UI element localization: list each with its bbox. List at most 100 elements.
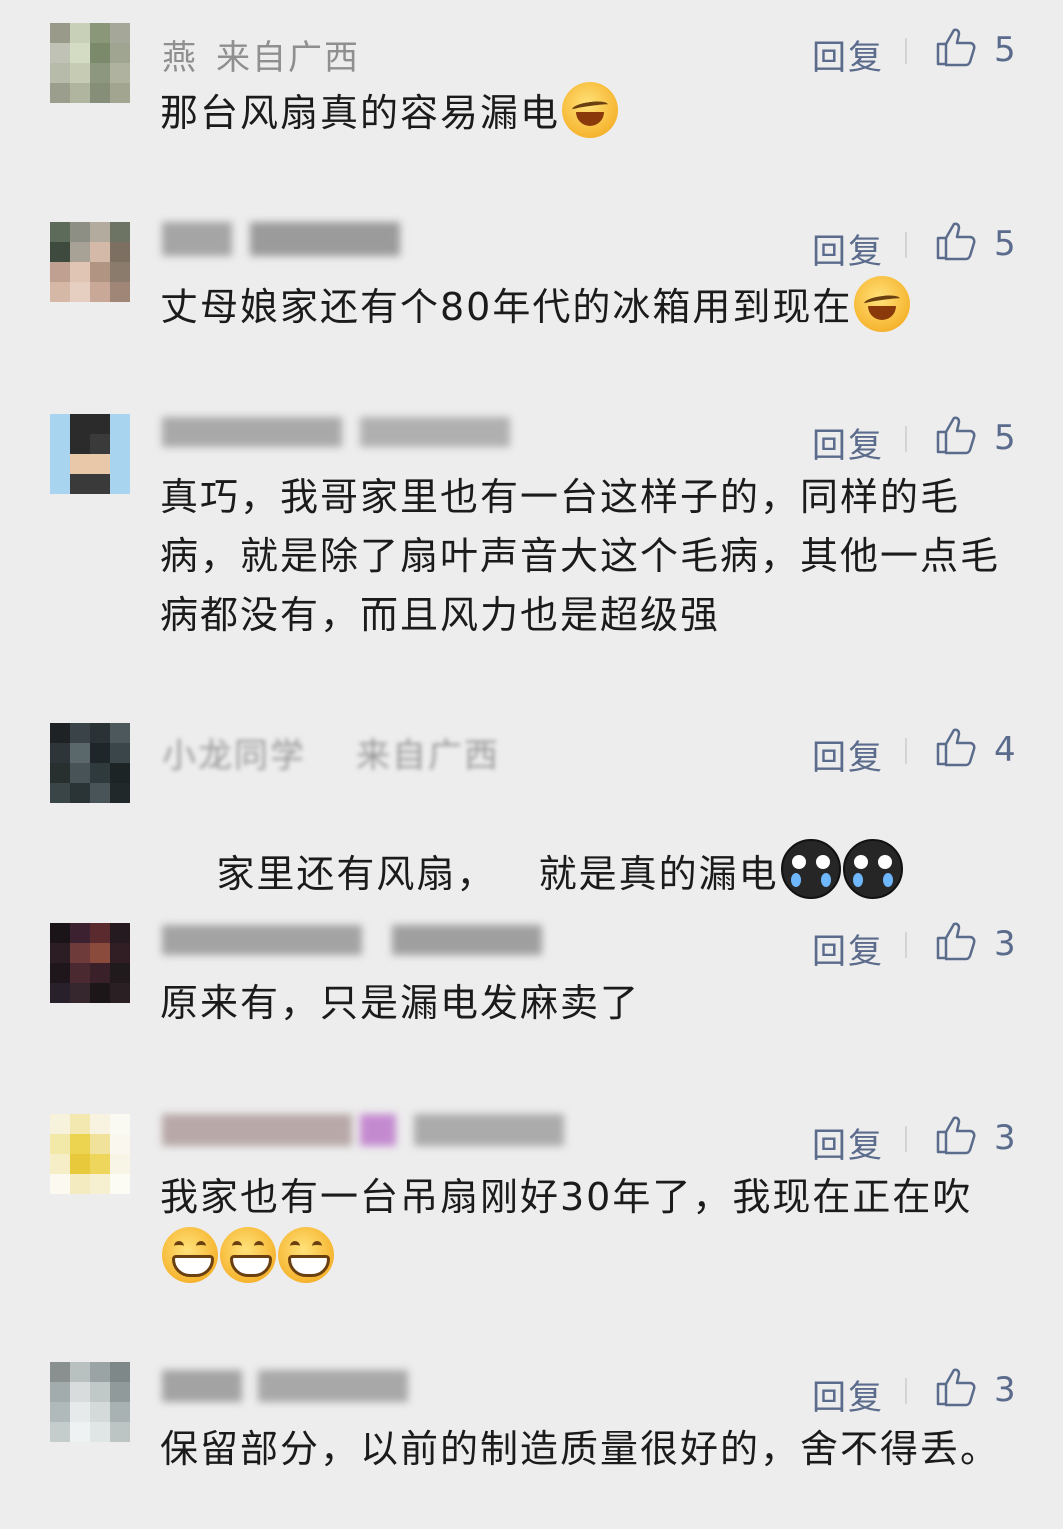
avatar-mosaic-cell [70, 454, 90, 474]
reply-button[interactable]: 回复 [812, 418, 884, 467]
like-icon[interactable] [935, 1366, 977, 1408]
reply-button[interactable]: 回复 [812, 224, 884, 273]
avatar-mosaic-cell [70, 23, 90, 43]
avatar[interactable] [50, 723, 130, 803]
avatar-mosaic-cell [90, 242, 110, 262]
avatar-mosaic-cell [50, 983, 70, 1003]
avatar-mosaic-cell [110, 282, 130, 302]
reply-button[interactable]: 回复 [812, 924, 884, 973]
avatar-mosaic-cell [70, 783, 90, 803]
avatar-mosaic-cell [90, 23, 110, 43]
avatar-mosaic-cell [110, 1154, 130, 1174]
comment-text: 我家也有一台吊扇刚好30年了，我现在正在吹 [160, 1168, 1010, 1288]
crying-emoji [842, 839, 903, 899]
avatar-mosaic-cell [50, 1362, 70, 1382]
avatar-mosaic-cell [110, 474, 130, 494]
avatar-mosaic-cell [70, 222, 90, 242]
divider [905, 932, 907, 958]
avatar-mosaic-cell [70, 1422, 90, 1442]
like-icon[interactable] [935, 1114, 977, 1156]
avatar-mosaic-cell [70, 1114, 90, 1134]
like-icon[interactable] [935, 220, 977, 262]
avatar-mosaic-cell [50, 222, 70, 242]
comment-text-content: 原来有，只是漏电发麻卖了 [160, 981, 641, 1025]
user-name-blurred[interactable] [162, 1114, 564, 1155]
avatar-mosaic-cell [50, 923, 70, 943]
user-name-blurred[interactable] [162, 222, 400, 265]
like-count: 5 [994, 418, 1016, 458]
comment-text-content: 我家也有一台吊扇刚好30年了，我现在正在吹 [160, 1175, 973, 1219]
comment-text-content: 家里还有风扇， 就是真的漏电 [216, 852, 779, 896]
reply-button[interactable]: 回复 [812, 30, 884, 79]
avatar-mosaic-cell [90, 1174, 110, 1194]
user-name[interactable]: 燕来自广西 [162, 30, 360, 79]
avatar-mosaic-cell [110, 1402, 130, 1422]
avatar-mosaic-cell [50, 763, 70, 783]
avatar-mosaic-cell [50, 262, 70, 282]
comment-text-content: 丈母娘家还有个80年代的冰箱用到现在 [160, 285, 853, 329]
comment-text-content: 真巧，我哥家里也有一台这样子的，同样的毛病，就是除了扇叶声音大这个毛病，其他一点… [160, 475, 1001, 637]
like-icon[interactable] [935, 920, 977, 962]
comment-text-content: 那台风扇真的容易漏电 [160, 91, 561, 135]
avatar[interactable] [50, 23, 130, 103]
user-name-blurred[interactable] [162, 924, 542, 964]
like-count: 3 [994, 1118, 1016, 1158]
grin-emoji [278, 1227, 334, 1283]
avatar-mosaic-cell [70, 943, 90, 963]
avatar-mosaic-cell [50, 1114, 70, 1134]
laugh-cry-emoji [562, 82, 619, 138]
avatar-mosaic-cell [50, 1382, 70, 1402]
avatar-mosaic-cell [90, 1154, 110, 1174]
avatar-mosaic-cell [90, 43, 110, 63]
divider [905, 38, 907, 64]
like-count: 5 [994, 224, 1016, 264]
avatar-mosaic-cell [110, 1174, 130, 1194]
avatar[interactable] [50, 1114, 130, 1194]
avatar-mosaic-cell [50, 242, 70, 262]
user-location: 来自广西 [356, 736, 500, 776]
avatar-mosaic-cell [90, 763, 110, 783]
avatar-mosaic-cell [110, 963, 130, 983]
avatar-mosaic-cell [90, 1114, 110, 1134]
comment-text: 那台风扇真的容易漏电 [160, 82, 1010, 143]
user-name-blurred[interactable] [162, 416, 510, 456]
avatar[interactable] [50, 414, 130, 494]
avatar-mosaic-cell [50, 43, 70, 63]
avatar-mosaic-cell [90, 923, 110, 943]
avatar-mosaic-cell [70, 1134, 90, 1154]
like-icon[interactable] [935, 726, 977, 768]
user-name-text: 小龙同学 [162, 736, 306, 776]
avatar[interactable] [50, 222, 130, 302]
reply-button[interactable]: 回复 [812, 730, 884, 779]
like-icon[interactable] [935, 26, 977, 68]
avatar[interactable] [50, 1362, 130, 1442]
like-count: 4 [994, 730, 1016, 770]
reply-button[interactable]: 回复 [812, 1118, 884, 1167]
avatar-mosaic-cell [110, 743, 130, 763]
avatar-mosaic-cell [70, 262, 90, 282]
avatar-mosaic-cell [90, 222, 110, 242]
reply-button[interactable]: 回复 [812, 1370, 884, 1419]
like-icon[interactable] [935, 414, 977, 456]
avatar-mosaic-cell [110, 1422, 130, 1442]
grin-emoji [220, 1227, 276, 1283]
avatar-mosaic-cell [50, 282, 70, 302]
avatar-mosaic-cell [50, 83, 70, 103]
like-count: 3 [994, 1370, 1016, 1410]
avatar-mosaic-cell [90, 963, 110, 983]
avatar[interactable] [50, 923, 130, 1003]
divider [905, 232, 907, 258]
avatar-mosaic-cell [110, 242, 130, 262]
crying-emoji [780, 839, 841, 899]
avatar-mosaic-cell [70, 414, 90, 434]
avatar-mosaic-cell [50, 783, 70, 803]
avatar-mosaic-cell [50, 943, 70, 963]
avatar-mosaic-cell [110, 943, 130, 963]
user-name-blurred[interactable] [162, 1370, 408, 1411]
comment-text: 真巧，我哥家里也有一台这样子的，同样的毛病，就是除了扇叶声音大这个毛病，其他一点… [160, 468, 1010, 645]
avatar-mosaic-cell [70, 723, 90, 743]
avatar-mosaic-cell [50, 963, 70, 983]
avatar-mosaic-cell [70, 983, 90, 1003]
user-name-blurred[interactable]: 小龙同学 来自广西 [162, 728, 500, 777]
laugh-cry-emoji [854, 276, 911, 332]
